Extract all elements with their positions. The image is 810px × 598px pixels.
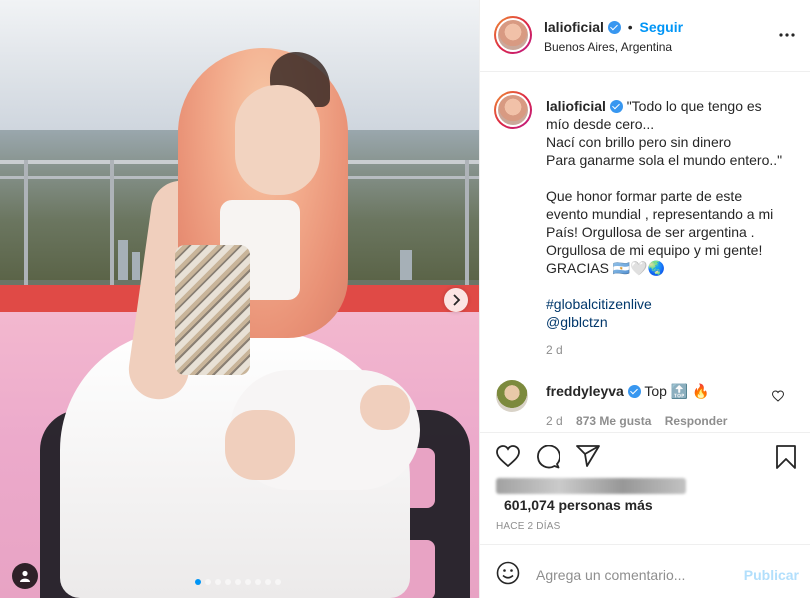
user-icon: [20, 570, 30, 582]
caption-line: País! Orgullosa de ser argentina .: [546, 224, 755, 240]
action-bar: [480, 432, 810, 482]
verified-badge-icon: [609, 100, 623, 113]
carousel-dot: [225, 579, 231, 585]
publish-button[interactable]: Publicar: [744, 567, 799, 583]
carousel-dot: [195, 579, 201, 585]
emoji-icon[interactable]: [496, 561, 520, 585]
comment-input[interactable]: Agrega un comentario...: [536, 567, 685, 583]
post-side-panel: lalioficial • Seguir Buenos Aires, Argen…: [479, 0, 810, 598]
author-username[interactable]: lalioficial: [544, 19, 604, 35]
carousel-indicators: [195, 579, 281, 585]
tagged-users-button[interactable]: [12, 563, 38, 589]
caption-line: Que honor formar parte de este: [546, 188, 743, 204]
carousel-dot: [235, 579, 241, 585]
comment-meta: 2 d 873 Me gusta Responder: [546, 414, 727, 428]
follow-button[interactable]: Seguir: [640, 19, 684, 35]
mention-link[interactable]: @glblctzn: [546, 313, 791, 331]
caption-line: Para ganarme sola el mundo entero..": [546, 152, 783, 168]
caption-line: GRACIAS 🇦🇷🤍🌏: [546, 260, 666, 276]
carousel-dot: [255, 579, 261, 585]
carousel-dot: [205, 579, 211, 585]
caption-line: mío desde cero...: [546, 116, 655, 132]
share-paper-plane-icon[interactable]: [576, 445, 600, 467]
commenter-username[interactable]: freddyleyva: [546, 383, 624, 399]
more-options-icon[interactable]: [779, 33, 795, 37]
caption-avatar[interactable]: [494, 91, 532, 129]
likes-count[interactable]: 601,074 personas más: [504, 497, 653, 513]
carousel-dot: [245, 579, 251, 585]
caption-username[interactable]: lalioficial: [546, 98, 606, 114]
caption-time[interactable]: 2 d: [546, 341, 791, 359]
figure-face: [235, 85, 320, 195]
caption-line: Orgullosa de mi equipo y mi gente!: [546, 242, 763, 258]
post-location[interactable]: Buenos Aires, Argentina: [544, 40, 672, 54]
reply-button[interactable]: Responder: [665, 414, 728, 428]
caption-line: [546, 169, 791, 187]
caption: lalioficial "Todo lo que tengo es mío de…: [546, 97, 791, 359]
carousel-next-button[interactable]: [444, 288, 468, 312]
verified-badge-icon: [627, 385, 641, 398]
save-bookmark-icon[interactable]: [776, 445, 796, 469]
hashtag-link[interactable]: #globalcitizenlive: [546, 295, 791, 313]
comment-text: Top 🔝 🔥: [644, 383, 710, 399]
post-image[interactable]: [0, 0, 479, 598]
add-comment-bar: Agrega un comentario... Publicar: [480, 544, 810, 598]
carousel-dot: [265, 579, 271, 585]
comment-likes[interactable]: 873 Me gusta: [576, 414, 651, 428]
posted-time[interactable]: HACE 2 DÍAS: [496, 521, 560, 532]
carousel-dot: [215, 579, 221, 585]
comment-like-heart-icon[interactable]: [772, 390, 784, 402]
chevron-right-icon: [453, 294, 461, 306]
carousel-dot: [275, 579, 281, 585]
caption-line: "Todo lo que tengo es: [626, 98, 762, 114]
comment-bubble-icon[interactable]: [536, 445, 560, 469]
commenter-avatar[interactable]: [496, 380, 528, 412]
like-heart-icon[interactable]: [496, 445, 520, 467]
header-separator: •: [627, 19, 633, 35]
author-avatar[interactable]: [494, 16, 532, 54]
post-header: lalioficial • Seguir Buenos Aires, Argen…: [480, 0, 810, 72]
liker-names-redacted: [496, 478, 686, 494]
caption-line: evento mundial , representando a mi: [546, 206, 774, 222]
caption-line: Nací con brillo pero sin dinero: [546, 134, 732, 150]
comment-time[interactable]: 2 d: [546, 414, 563, 428]
verified-badge-icon: [607, 21, 621, 34]
